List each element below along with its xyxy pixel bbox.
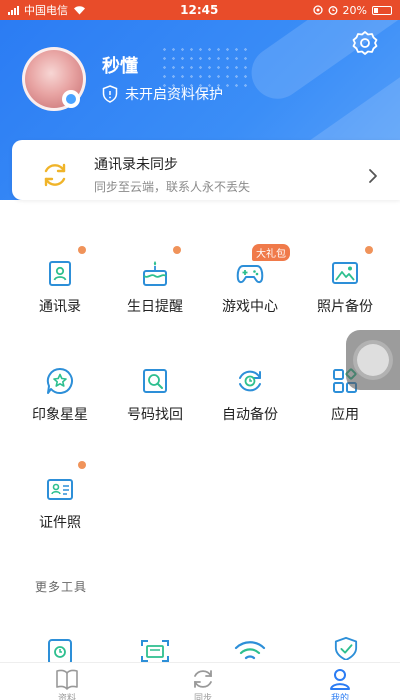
feature-label: 证件照 (39, 515, 81, 531)
status-bar: 中国电信 12:45 20% (0, 0, 400, 20)
feature-label: 照片备份 (317, 299, 373, 315)
feature-contacts[interactable]: 通讯录 (15, 258, 105, 338)
tab-label: 资料 (57, 694, 76, 700)
scan-tool-icon[interactable] (139, 638, 171, 662)
feature-label: 通讯录 (39, 299, 81, 315)
gear-icon[interactable] (352, 30, 378, 56)
sync-title: 通讯录未同步 (94, 157, 178, 173)
feature-label: 自动备份 (222, 407, 278, 423)
feature-auto-backup[interactable]: 自动备份 (205, 366, 295, 446)
feature-label: 生日提醒 (127, 299, 183, 315)
more-tools-title: 更多工具 (35, 580, 88, 594)
contacts-icon (49, 261, 71, 286)
protection-status[interactable]: 未开启资料保护 (102, 84, 223, 104)
feature-game-center[interactable]: 游戏中心 (205, 258, 295, 338)
book-icon (56, 669, 78, 690)
wifi-tool-icon[interactable] (234, 638, 266, 662)
username: 秒懂 (102, 56, 138, 77)
wifi-icon (74, 6, 85, 15)
auto-backup-icon (239, 370, 261, 392)
notification-dot (365, 246, 373, 254)
carrier-name: 中国电信 (24, 4, 68, 17)
tab-label: 我的 (330, 694, 349, 700)
feature-number-recovery[interactable]: 号码找回 (110, 366, 200, 446)
status-time: 12:45 (180, 3, 219, 17)
gamepad-icon (236, 265, 264, 284)
photo-icon (332, 262, 358, 284)
battery-percent: 20% (342, 3, 367, 17)
avatar-badge (62, 90, 80, 108)
feature-photo-backup[interactable]: 照片备份 (300, 258, 390, 338)
protection-status-label: 未开启资料保护 (125, 87, 223, 103)
shield-icon (102, 85, 118, 103)
location-icon (312, 5, 323, 15)
shield-check-tool-icon[interactable] (330, 636, 362, 660)
feature-label: 号码找回 (127, 407, 183, 423)
gift-pack-badge: 大礼包 (252, 244, 290, 261)
notification-dot (78, 461, 86, 469)
alarm-icon (328, 6, 337, 15)
tab-bar: 资料 同步 我的 (0, 662, 400, 700)
feature-label: 应用 (331, 407, 359, 423)
notification-dot (173, 246, 181, 254)
chevron-right-icon (369, 169, 377, 183)
number-recovery-icon (143, 369, 167, 393)
feature-birthday[interactable]: 生日提醒 (110, 258, 200, 338)
feature-impression-star[interactable]: 印象星星 (15, 366, 105, 446)
person-icon (330, 669, 350, 690)
id-card-icon (47, 479, 73, 500)
tab-contacts-data[interactable]: 资料 (27, 663, 107, 700)
sync-subtitle: 同步至云端，联系人永不丢失 (94, 180, 251, 194)
notification-dot (78, 246, 86, 254)
feature-label: 游戏中心 (222, 299, 278, 315)
star-chat-icon (46, 367, 73, 394)
battery-icon (372, 5, 392, 15)
floating-assistive-button[interactable] (346, 330, 400, 390)
feature-id-photo[interactable]: 证件照 (15, 474, 105, 554)
clock-tool-icon[interactable] (44, 638, 76, 662)
tab-mine[interactable]: 我的 (300, 663, 380, 700)
tab-sync[interactable]: 同步 (163, 663, 243, 700)
tab-label: 同步 (193, 694, 212, 700)
feature-label: 印象星星 (32, 407, 88, 423)
sync-icon (194, 670, 212, 688)
sync-refresh-icon (44, 163, 66, 187)
signal-icon (8, 5, 19, 15)
birthday-cake-icon (143, 261, 167, 286)
sync-card[interactable]: 通讯录未同步 同步至云端，联系人永不丢失 (12, 140, 400, 200)
